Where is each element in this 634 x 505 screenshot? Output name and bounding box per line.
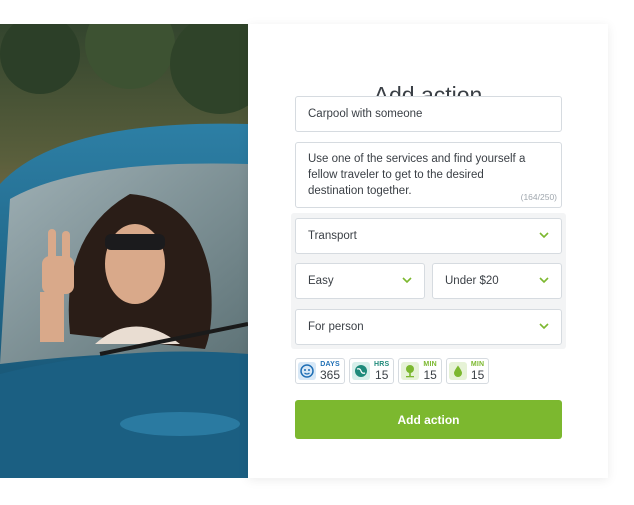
stat-hours: HRS 15 <box>349 358 395 384</box>
stat-label: HRS <box>374 361 390 368</box>
chevron-down-icon <box>539 277 549 284</box>
stat-days: DAYS 365 <box>295 358 346 384</box>
stat-label: MIN <box>423 361 437 368</box>
cost-value: Under $20 <box>445 275 499 287</box>
drop-icon <box>448 362 467 380</box>
stat-label: DAYS <box>320 361 340 368</box>
tree-icon <box>401 362 420 380</box>
category-value: Transport <box>308 230 357 242</box>
chevron-down-icon <box>539 232 549 239</box>
character-counter: (164/250) <box>520 192 557 202</box>
audience-select[interactable]: For person <box>295 309 562 345</box>
chevron-down-icon <box>402 277 412 284</box>
stat-minutes-tree: MIN 15 <box>398 358 442 384</box>
hero-photo <box>0 24 248 478</box>
stat-value: 15 <box>423 368 437 382</box>
action-description-value: Use one of the services and find yoursel… <box>308 153 526 197</box>
difficulty-value: Easy <box>308 275 334 287</box>
action-name-value: Carpool with someone <box>308 108 423 120</box>
difficulty-select[interactable]: Easy <box>295 263 425 299</box>
globe-icon <box>352 362 371 380</box>
action-name-input[interactable]: Carpool with someone <box>295 96 562 132</box>
stat-minutes-water: MIN 15 <box>445 358 490 384</box>
stat-value: 15 <box>470 368 485 382</box>
impact-stats: DAYS 365 HRS 15 MIN 15 MIN 15 <box>295 358 490 384</box>
audience-value: For person <box>308 321 364 333</box>
chevron-down-icon <box>539 323 549 330</box>
add-action-button[interactable]: Add action <box>295 400 562 439</box>
stat-value: 365 <box>320 368 341 382</box>
face-icon <box>298 362 316 380</box>
category-select[interactable]: Transport <box>295 218 562 254</box>
cost-select[interactable]: Under $20 <box>432 263 562 299</box>
stat-label: MIN <box>470 361 485 368</box>
action-description-textarea[interactable]: Use one of the services and find yoursel… <box>295 142 562 208</box>
stat-value: 15 <box>375 368 389 382</box>
